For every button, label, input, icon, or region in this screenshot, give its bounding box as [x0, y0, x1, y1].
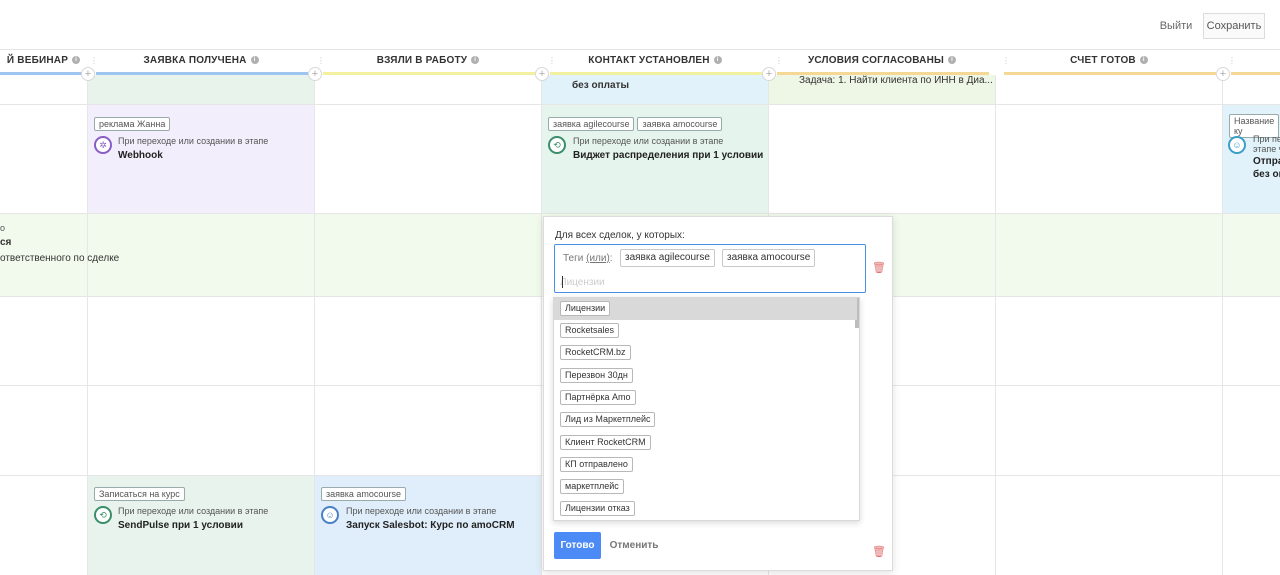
- cancel-button[interactable]: Отменить: [608, 532, 660, 559]
- column-header-conditions-agreed[interactable]: УСЛОВИЯ СОГЛАСОВАНЫ i: [769, 50, 995, 74]
- column-header-request-received[interactable]: ЗАЯВКА ПОЛУЧЕНА i: [88, 50, 314, 74]
- drag-handle-icon[interactable]: ⋮: [1228, 57, 1236, 68]
- trigger-condition: При пере: [1253, 134, 1280, 144]
- cell-background: [88, 75, 314, 104]
- drag-handle-icon[interactable]: ⋮: [317, 57, 325, 68]
- tag-search-input[interactable]: [560, 273, 760, 291]
- column-header-webinar[interactable]: Й ВЕБИНАР i: [0, 50, 87, 74]
- trigger-condition: этапе ч: [1253, 144, 1280, 154]
- add-stage-button[interactable]: +: [308, 67, 322, 81]
- trigger-card-distribution[interactable]: заявка agilecourse заявка amocourse: [548, 114, 725, 132]
- info-icon: i: [72, 56, 81, 65]
- dropdown-option[interactable]: КП отправлено: [554, 454, 857, 476]
- dropdown-option[interactable]: Лид из Маркетплейс: [554, 409, 857, 431]
- trigger-card-sendpulse[interactable]: Записаться на курс: [94, 484, 188, 502]
- trigger-title: Виджет распределения при 1 условии: [573, 150, 764, 161]
- add-stage-button[interactable]: +: [762, 67, 776, 81]
- dropdown-option[interactable]: Лицензии отказ: [554, 498, 857, 520]
- webhook-icon: ✲: [94, 136, 112, 154]
- tag-chip[interactable]: заявка agilecourse: [620, 249, 715, 267]
- trigger-title: Отпра: [1253, 156, 1280, 167]
- trigger-title: без оп: [1253, 169, 1280, 180]
- drag-handle-icon[interactable]: ⋮: [90, 57, 98, 68]
- dropdown-option[interactable]: Rocketsales: [554, 320, 857, 342]
- trigger-card-webhook[interactable]: реклама Жанна: [94, 114, 173, 132]
- trigger-title: Запуск Salesbot: Курс по amoCRM: [346, 520, 515, 531]
- row-divider: [0, 104, 1280, 105]
- dropdown-option[interactable]: Перезвон 30дн: [554, 365, 857, 387]
- tag-suggestions-dropdown[interactable]: Лицензии Rocketsales RocketCRM.bz Перезв…: [553, 297, 860, 521]
- column-divider: [1222, 75, 1223, 575]
- trash-icon[interactable]: 🗑: [872, 262, 886, 274]
- exit-button[interactable]: Выйти: [1152, 14, 1200, 38]
- column-divider: [541, 75, 542, 575]
- save-button[interactable]: Сохранить: [1203, 13, 1265, 39]
- info-icon: i: [713, 56, 722, 65]
- add-stage-button[interactable]: +: [81, 67, 95, 81]
- trigger-title: SendPulse при 1 условии: [118, 520, 243, 531]
- tag-filter-box[interactable]: Теги (или): заявка agilecourse заявка am…: [554, 244, 866, 293]
- conditions-label: Для всех сделок, у которых:: [555, 230, 685, 241]
- sendpulse-icon: ⟲: [94, 506, 112, 524]
- tag: заявка amocourse: [637, 117, 723, 131]
- trigger-condition: При переходе или создании в этапе: [118, 136, 269, 146]
- drag-handle-icon[interactable]: ⋮: [548, 57, 556, 68]
- bot-icon: ☺: [1228, 136, 1246, 154]
- column-divider: [314, 75, 315, 575]
- tag: заявка amocourse: [321, 487, 406, 501]
- column-header-in-progress[interactable]: ВЗЯЛИ В РАБОТУ i: [315, 50, 541, 74]
- task-text: Задача: 1. Найти клиента по ИНН в Диа...: [799, 75, 993, 86]
- salesbot-icon: ☺: [321, 506, 339, 524]
- column-divider: [995, 75, 996, 575]
- trigger-title-fragment: без оплаты: [572, 80, 629, 91]
- info-icon: i: [471, 56, 480, 65]
- tag: заявка agilecourse: [548, 117, 635, 131]
- text-caret: [562, 276, 563, 288]
- drag-handle-icon[interactable]: ⋮: [1002, 57, 1010, 68]
- info-icon: i: [948, 56, 957, 65]
- done-button[interactable]: Готово: [554, 532, 601, 559]
- column-color-bar: [1004, 72, 1216, 75]
- dropdown-option[interactable]: Лицензии: [554, 298, 857, 320]
- trigger-condition-fragment: о: [0, 223, 6, 233]
- column-divider: [87, 75, 88, 575]
- tag: реклама Жанна: [94, 117, 171, 131]
- trigger-condition: При переходе или создании в этапе: [118, 506, 269, 516]
- column-color-bar: [0, 72, 82, 75]
- add-stage-button[interactable]: +: [535, 67, 549, 81]
- tags-label: Теги (или):: [563, 253, 613, 264]
- add-stage-button[interactable]: +: [1216, 67, 1230, 81]
- drag-handle-icon[interactable]: ⋮: [775, 57, 783, 68]
- widget-icon: ⟲: [548, 136, 566, 154]
- trigger-card-salesbot[interactable]: заявка amocourse: [321, 484, 409, 502]
- dropdown-option[interactable]: RocketCRM.bz: [554, 342, 857, 364]
- info-icon: i: [1139, 56, 1148, 65]
- trigger-description: ответственного по сделке: [0, 253, 120, 264]
- trigger-condition: При переходе или создании в этапе: [573, 136, 724, 146]
- trigger-title: Webhook: [118, 150, 163, 161]
- info-icon: i: [250, 56, 259, 65]
- row-divider: [0, 213, 1280, 214]
- trash-icon[interactable]: 🗑: [872, 546, 886, 558]
- column-color-bar: [1231, 72, 1280, 75]
- or-toggle[interactable]: (или): [586, 253, 610, 264]
- column-header-contact-established[interactable]: КОНТАКТ УСТАНОВЛЕН i: [542, 50, 768, 74]
- dropdown-option[interactable]: Клиент RocketCRM: [554, 432, 857, 454]
- trigger-title-fragment: ся: [0, 237, 12, 248]
- column-header-invoice-ready[interactable]: СЧЕТ ГОТОВ i: [996, 50, 1222, 74]
- column-color-bar: [323, 72, 535, 75]
- top-toolbar: Выйти Сохранить: [0, 0, 1280, 50]
- tag: Записаться на курс: [94, 487, 185, 501]
- trigger-condition: При переходе или создании в этапе: [346, 506, 497, 516]
- tag-chip[interactable]: заявка amocourse: [722, 249, 816, 267]
- dropdown-option[interactable]: маркетплейс: [554, 476, 857, 498]
- dropdown-option[interactable]: Партнёрка Amo: [554, 387, 857, 409]
